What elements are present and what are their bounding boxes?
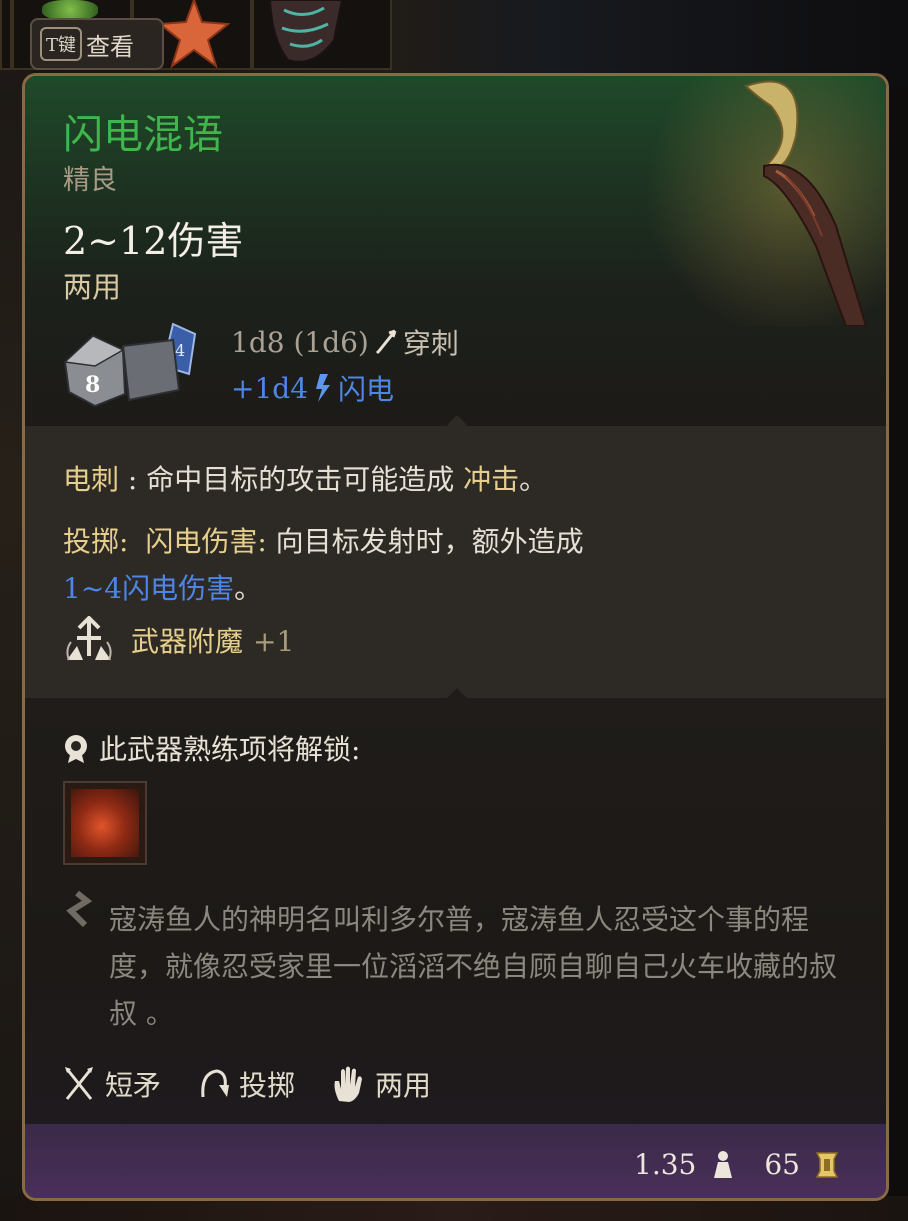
green-gem-item [42, 0, 98, 20]
weight-icon [714, 1150, 733, 1178]
damage-dice-physical: 1d8 (1d6) [231, 325, 369, 359]
weapon-enchantment: 武器附魔 +1 [63, 616, 294, 664]
property-throw: 投掷: 闪电伤害: 向目标发射时，额外造成 [63, 520, 584, 560]
look-button[interactable]: T键 查看 [30, 18, 164, 70]
damage-line-lightning: +1d4 闪电 [231, 368, 394, 408]
lightning-icon [316, 374, 331, 402]
item-value: 65 [764, 1148, 800, 1181]
damage-type-lightning: 闪电 [338, 373, 395, 406]
handedness-label: 两用 [63, 270, 122, 304]
proficiency-action-icon[interactable] [63, 781, 147, 865]
hotkey-badge: T键 [40, 27, 83, 61]
property-throw-damage: 1~4闪电伤害。 [63, 567, 262, 607]
scale-item [268, 0, 344, 63]
proficiency-unlock-text: 此武器熟练项将解锁: [99, 733, 361, 766]
damage-line-physical: 1d8 (1d6) 穿刺 [231, 322, 459, 362]
damage-dice-lightning: +1d4 [231, 371, 309, 405]
tag-versatile-label: 两用 [375, 1069, 432, 1102]
svg-text:4: 4 [175, 341, 185, 360]
tag-thrown: 投掷 [197, 1064, 295, 1104]
proficiency-badge-icon [65, 735, 87, 763]
throw-arc-icon [201, 1069, 230, 1098]
shock-condition-link[interactable]: 冲击 [463, 463, 519, 496]
property-throw-sub: 闪电伤害: [145, 525, 267, 558]
enchantment-label: 武器附魔 +1 [131, 620, 294, 660]
look-label: 查看 [86, 32, 135, 61]
lore-quote-icon [66, 891, 93, 927]
tide-strike-icon [71, 789, 139, 857]
item-rarity: 精良 [63, 165, 117, 196]
inventory-slot[interactable] [0, 0, 12, 70]
property-shock-name: 电刺 [63, 463, 120, 496]
property-shock-end: 。 [519, 463, 548, 496]
item-footer-stats: 1.35 65 [634, 1148, 840, 1181]
damage-total: 2~12伤害 [63, 219, 244, 263]
weapon-tags: 短矛 投掷 两用 [63, 1064, 431, 1104]
tag-spear: 短矛 [63, 1064, 161, 1104]
tag-spear-label: 短矛 [105, 1069, 162, 1102]
crossed-spears-icon [65, 1067, 93, 1100]
enchantment-icon [66, 616, 112, 661]
property-shock: 电刺 : 命中目标的攻击可能造成 冲击。 [63, 458, 547, 498]
property-shock-text: : 命中目标的攻击可能造成 [119, 463, 464, 496]
damage-type-piercing: 穿刺 [402, 327, 459, 360]
property-throw-name: 投掷: [63, 525, 129, 558]
tag-versatile: 两用 [331, 1064, 431, 1104]
throw-damage-end: 。 [234, 572, 263, 605]
tag-thrown-label: 投掷 [239, 1069, 296, 1102]
gold-icon [815, 1151, 839, 1178]
inventory-slot[interactable] [252, 0, 392, 70]
item-name: 闪电混语 [63, 112, 223, 158]
enchantment-bonus: +1 [253, 625, 295, 658]
starfish-item [157, 0, 231, 69]
item-tooltip: 闪电混语 精良 2~12伤害 两用 4 8 1d8 (1d6) 穿刺 +1d4 … [22, 73, 889, 1201]
property-throw-text: 向目标发射时，额外造成 [266, 525, 584, 558]
enchantment-name: 武器附魔 [131, 625, 244, 658]
proficiency-unlock-title: 此武器熟练项将解锁: [63, 728, 360, 768]
piercing-icon [375, 329, 397, 355]
throw-damage-value: 1~4闪电伤害 [63, 572, 235, 605]
dice-icon: 4 8 [63, 322, 197, 408]
dice-face-number: 8 [85, 372, 100, 398]
item-lore: 寇涛鱼人的神明名叫利多尔普，寇涛鱼人忍受这个事的程度，就像忍受家里一位滔滔不绝自… [109, 903, 838, 1030]
item-weight: 1.35 [634, 1148, 697, 1181]
hand-icon [334, 1066, 363, 1102]
